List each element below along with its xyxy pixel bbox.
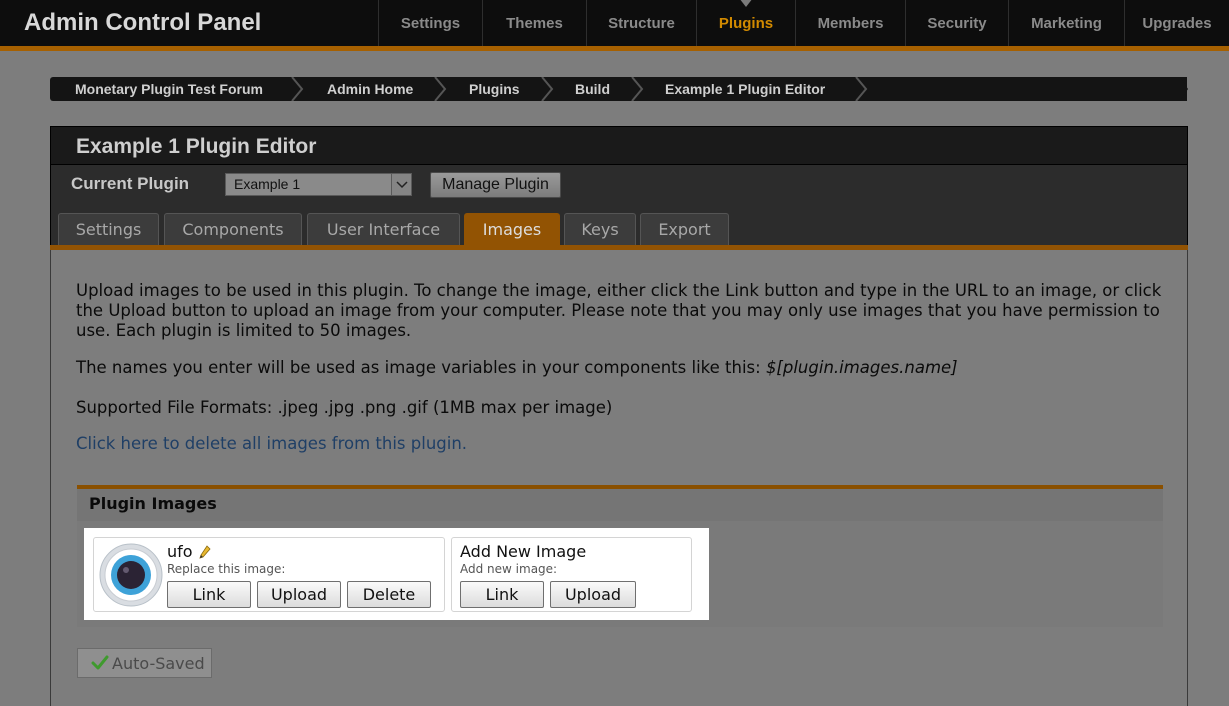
active-pointer-icon bbox=[739, 0, 753, 7]
image-name: ufo bbox=[167, 542, 193, 561]
top-bar-accent bbox=[0, 46, 1229, 51]
chevron-down-icon[interactable] bbox=[391, 174, 411, 195]
breadcrumb-separator-icon bbox=[540, 77, 554, 101]
page-title: Example 1 Plugin Editor bbox=[76, 135, 317, 158]
auto-saved-label: Auto-Saved bbox=[112, 653, 205, 673]
current-plugin-bar: Current Plugin Example 1 Manage Plugin bbox=[50, 165, 1188, 205]
current-plugin-label: Current Plugin bbox=[71, 174, 190, 193]
variables-prefix: The names you enter will be used as imag… bbox=[76, 358, 766, 377]
new-image-link-button[interactable]: Link bbox=[460, 581, 544, 608]
image-link-button[interactable]: Link bbox=[167, 581, 251, 608]
topnav-item-members[interactable]: Members bbox=[795, 0, 905, 46]
ufo-image-thumbnail[interactable] bbox=[99, 543, 163, 607]
breadcrumb-end bbox=[1180, 77, 1188, 101]
tab-settings[interactable]: Settings bbox=[58, 213, 159, 245]
editor-tabs: Settings Components User Interface Image… bbox=[50, 205, 1188, 245]
pencil-icon[interactable] bbox=[199, 544, 211, 563]
variables-text: The names you enter will be used as imag… bbox=[76, 358, 1166, 378]
delete-all-images-link[interactable]: Click here to delete all images from thi… bbox=[76, 434, 467, 453]
breadcrumb-separator-icon bbox=[854, 77, 868, 101]
current-plugin-value: Example 1 bbox=[234, 176, 301, 192]
intro-text: Upload images to be used in this plugin.… bbox=[76, 281, 1162, 340]
topnav-item-themes[interactable]: Themes bbox=[482, 0, 586, 46]
check-icon bbox=[91, 654, 109, 676]
add-new-image-label: Add new image: bbox=[460, 562, 558, 576]
breadcrumb-separator-icon bbox=[433, 77, 447, 101]
tab-user-interface[interactable]: User Interface bbox=[307, 213, 460, 245]
tab-export[interactable]: Export bbox=[640, 213, 729, 245]
topnav-overlay: Settings Themes Structure Plugins Member… bbox=[0, 0, 1229, 46]
breadcrumb-separator-icon bbox=[630, 77, 644, 101]
image-card: ufo Replace this image: Link Upload Dele… bbox=[93, 537, 445, 612]
auto-saved-status: Auto-Saved bbox=[77, 648, 212, 678]
topnav-item-security[interactable]: Security bbox=[905, 0, 1008, 46]
tab-keys[interactable]: Keys bbox=[564, 213, 636, 245]
topnav-item-marketing[interactable]: Marketing bbox=[1008, 0, 1124, 46]
topnav-item-plugins-label: Plugins bbox=[718, 14, 774, 32]
plugin-editor-panel: Example 1 Plugin Editor Current Plugin E… bbox=[50, 126, 1188, 706]
manage-plugin-button[interactable]: Manage Plugin bbox=[430, 172, 561, 198]
breadcrumb-admin-home[interactable]: Admin Home bbox=[327, 77, 413, 101]
tab-images[interactable]: Images bbox=[464, 213, 560, 245]
breadcrumb-build[interactable]: Build bbox=[575, 77, 610, 101]
images-tab-content: Upload images to be used in this plugin.… bbox=[50, 250, 1188, 706]
replace-image-label: Replace this image: bbox=[167, 562, 286, 576]
breadcrumb-forum[interactable]: Monetary Plugin Test Forum bbox=[75, 77, 263, 101]
breadcrumb-separator-icon bbox=[290, 77, 304, 101]
breadcrumb: Monetary Plugin Test Forum Admin Home Pl… bbox=[50, 77, 1187, 101]
topnav-item-structure[interactable]: Structure bbox=[586, 0, 696, 46]
plugin-images-list: ufo Replace this image: Link Upload Dele… bbox=[84, 528, 709, 620]
image-upload-button[interactable]: Upload bbox=[257, 581, 341, 608]
breadcrumb-plugin-editor[interactable]: Example 1 Plugin Editor bbox=[665, 77, 825, 101]
variables-example: $[plugin.images.name] bbox=[765, 358, 958, 377]
add-new-image-title: Add New Image bbox=[460, 542, 587, 561]
tab-components[interactable]: Components bbox=[164, 213, 302, 245]
plugin-images-header: Plugin Images bbox=[77, 485, 1163, 521]
current-plugin-select[interactable]: Example 1 bbox=[225, 173, 412, 196]
app-title-text: Admin Control Panel bbox=[24, 9, 262, 37]
add-new-image-card: Add New Image Add new image: Link Upload bbox=[451, 537, 692, 612]
new-image-upload-button[interactable]: Upload bbox=[550, 581, 636, 608]
panel-header: Example 1 Plugin Editor bbox=[50, 126, 1188, 165]
image-delete-button[interactable]: Delete bbox=[347, 581, 431, 608]
breadcrumb-plugins[interactable]: Plugins bbox=[469, 77, 520, 101]
topnav-item-upgrades[interactable]: Upgrades bbox=[1124, 0, 1229, 46]
plugin-images-title: Plugin Images bbox=[89, 494, 217, 513]
formats-text: Supported File Formats: .jpeg .jpg .png … bbox=[76, 398, 613, 417]
topnav-item-settings[interactable]: Settings bbox=[378, 0, 482, 46]
topnav-item-plugins[interactable]: Plugins bbox=[696, 0, 795, 46]
